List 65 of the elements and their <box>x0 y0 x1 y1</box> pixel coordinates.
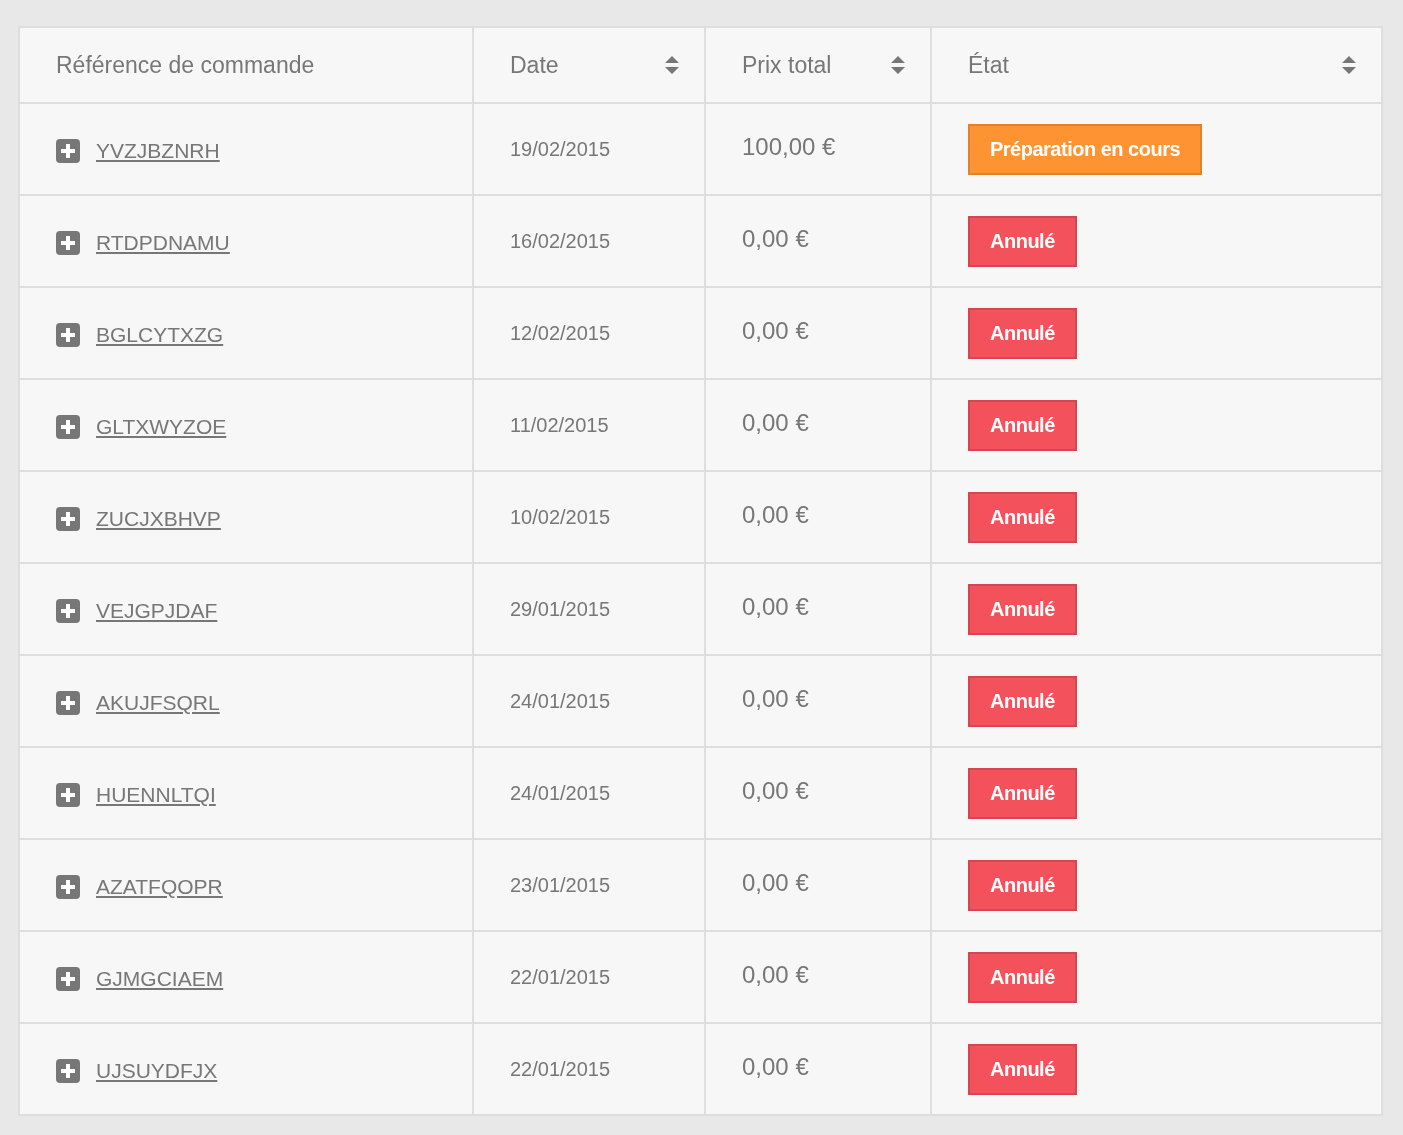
sort-icon[interactable] <box>890 55 906 75</box>
order-reference-link[interactable]: VEJGPJDAF <box>96 599 218 623</box>
order-date: 24/01/2015 <box>510 689 611 712</box>
expand-icon[interactable] <box>56 231 80 255</box>
expand-icon[interactable] <box>56 599 80 623</box>
status-badge: Annulé <box>968 859 1077 911</box>
expand-icon[interactable] <box>56 967 80 991</box>
order-date: 11/02/2015 <box>510 413 609 436</box>
order-total: 0,00 € <box>742 685 809 713</box>
column-label: Référence de commande <box>56 51 315 79</box>
order-total: 0,00 € <box>742 961 809 989</box>
status-badge: Annulé <box>968 399 1077 451</box>
order-reference-link[interactable]: ZUCJXBHVP <box>96 507 221 531</box>
order-total: 0,00 € <box>742 225 809 253</box>
order-reference-link[interactable]: YVZJBZNRH <box>96 139 220 163</box>
order-total: 0,00 € <box>742 593 809 621</box>
status-badge: Annulé <box>968 215 1077 267</box>
order-reference-link[interactable]: RTDPDNAMU <box>96 231 230 255</box>
order-date: 29/01/2015 <box>510 597 611 620</box>
order-reference-link[interactable]: GJMGCIAEM <box>96 967 224 991</box>
order-total: 0,00 € <box>742 1053 809 1081</box>
column-label: Prix total <box>742 51 832 79</box>
order-total: 0,00 € <box>742 409 809 437</box>
expand-icon[interactable] <box>56 323 80 347</box>
column-header[interactable]: État <box>931 27 1382 103</box>
status-badge: Préparation en cours <box>968 123 1203 175</box>
order-date: 12/02/2015 <box>510 321 611 344</box>
column-label: État <box>968 51 1009 79</box>
order-total: 0,00 € <box>742 501 809 529</box>
order-reference-link[interactable]: UJSUYDFJX <box>96 1059 218 1083</box>
status-badge: Annulé <box>968 307 1077 359</box>
order-date: 16/02/2015 <box>510 229 611 252</box>
status-badge: Annulé <box>968 583 1077 635</box>
order-date: 19/02/2015 <box>510 137 611 160</box>
status-badge: Annulé <box>968 1043 1077 1095</box>
order-reference-link[interactable]: HUENNLTQI <box>96 783 216 807</box>
column-header[interactable]: Date <box>473 27 705 103</box>
order-date: 24/01/2015 <box>510 781 611 804</box>
order-date: 22/01/2015 <box>510 965 611 988</box>
order-total: 0,00 € <box>742 777 809 805</box>
status-badge: Annulé <box>968 491 1077 543</box>
order-date: 10/02/2015 <box>510 505 611 528</box>
expand-icon[interactable] <box>56 139 80 163</box>
expand-icon[interactable] <box>56 875 80 899</box>
column-header[interactable]: Prix total <box>705 27 931 103</box>
status-badge: Annulé <box>968 675 1077 727</box>
order-reference-link[interactable]: GLTXWYZOE <box>96 415 227 439</box>
expand-icon[interactable] <box>56 507 80 531</box>
sort-icon[interactable] <box>664 55 680 75</box>
order-reference-link[interactable]: AZATFQOPR <box>96 875 223 899</box>
order-reference-link[interactable]: BGLCYTXZG <box>96 323 224 347</box>
expand-icon[interactable] <box>56 691 80 715</box>
order-date: 22/01/2015 <box>510 1057 611 1080</box>
order-date: 23/01/2015 <box>510 873 611 896</box>
expand-icon[interactable] <box>56 415 80 439</box>
order-total: 0,00 € <box>742 869 809 897</box>
column-label: Date <box>510 51 559 79</box>
status-badge: Annulé <box>968 951 1077 1003</box>
order-reference-link[interactable]: AKUJFSQRL <box>96 691 220 715</box>
order-total: 0,00 € <box>742 317 809 345</box>
order-total: 100,00 € <box>742 133 836 161</box>
sort-icon[interactable] <box>1341 55 1357 75</box>
expand-icon[interactable] <box>56 1059 80 1083</box>
expand-icon[interactable] <box>56 783 80 807</box>
status-badge: Annulé <box>968 767 1077 819</box>
